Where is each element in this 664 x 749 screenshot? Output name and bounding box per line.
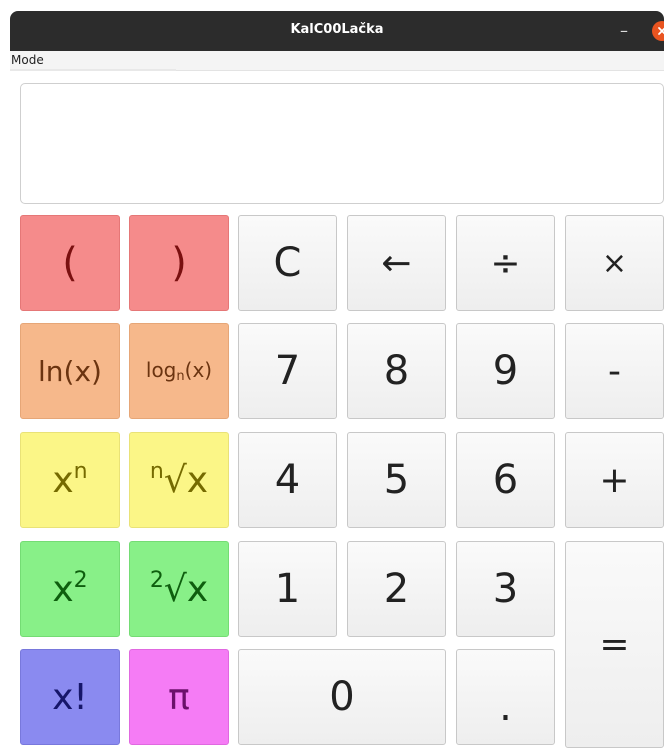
window-title: KalC00Lačka bbox=[290, 22, 384, 37]
square-base: x bbox=[52, 569, 74, 610]
square-root-body: √x bbox=[163, 569, 209, 610]
log-base-button[interactable]: logn(x) bbox=[129, 323, 229, 419]
pi-label: π bbox=[168, 676, 190, 718]
square-button[interactable]: x2 bbox=[20, 541, 120, 637]
divide-button[interactable]: ÷ bbox=[456, 215, 555, 311]
digit-6-button[interactable]: 6 bbox=[456, 432, 555, 528]
multiply-button[interactable]: × bbox=[565, 215, 664, 311]
nth-root-index: n bbox=[149, 459, 164, 484]
digit-1-label: 1 bbox=[274, 566, 301, 612]
multiply-label: × bbox=[601, 245, 628, 281]
close-icon bbox=[658, 27, 664, 35]
close-paren-button[interactable]: ) bbox=[129, 215, 229, 311]
decimal-button[interactable]: . bbox=[456, 649, 555, 745]
power-exponent: n bbox=[73, 459, 88, 484]
digit-9-button[interactable]: 9 bbox=[456, 323, 555, 419]
pi-button[interactable]: π bbox=[129, 649, 229, 745]
open-paren-label: ( bbox=[62, 240, 78, 286]
digit-6-label: 6 bbox=[492, 457, 519, 503]
power-label: xn bbox=[52, 459, 87, 501]
log-text: log bbox=[145, 358, 177, 382]
close-paren-label: ) bbox=[171, 240, 187, 286]
equals-button[interactable]: = bbox=[565, 541, 664, 748]
backspace-icon: ← bbox=[381, 242, 412, 284]
factorial-button[interactable]: x! bbox=[20, 649, 120, 745]
decimal-label: . bbox=[499, 684, 512, 730]
calculator-display[interactable] bbox=[20, 83, 664, 204]
digit-2-label: 2 bbox=[383, 566, 410, 612]
nth-root-label: n√x bbox=[150, 459, 208, 501]
minimize-icon: – bbox=[620, 21, 628, 40]
ln-label: ln(x) bbox=[38, 354, 102, 388]
nth-root-body: √x bbox=[163, 460, 209, 501]
divide-label: ÷ bbox=[490, 242, 521, 284]
digit-8-label: 8 bbox=[383, 348, 410, 394]
digit-7-button[interactable]: 7 bbox=[238, 323, 337, 419]
plus-label: + bbox=[599, 459, 630, 501]
power-base: x bbox=[52, 460, 74, 501]
ln-button[interactable]: ln(x) bbox=[20, 323, 120, 419]
digit-1-button[interactable]: 1 bbox=[238, 541, 337, 637]
open-paren-button[interactable]: ( bbox=[20, 215, 120, 311]
square-root-label: 2√x bbox=[150, 568, 208, 610]
digit-2-button[interactable]: 2 bbox=[347, 541, 446, 637]
clear-label: C bbox=[273, 240, 302, 286]
nth-root-button[interactable]: n√x bbox=[129, 432, 229, 528]
digit-9-label: 9 bbox=[492, 348, 519, 394]
square-root-button[interactable]: 2√x bbox=[129, 541, 229, 637]
minus-label: - bbox=[608, 350, 621, 392]
log-base-label: logn(x) bbox=[146, 358, 212, 384]
digit-0-button[interactable]: 0 bbox=[238, 649, 446, 745]
clear-button[interactable]: C bbox=[238, 215, 337, 311]
digit-5-button[interactable]: 5 bbox=[347, 432, 446, 528]
log-argument: (x) bbox=[184, 358, 213, 382]
digit-3-label: 3 bbox=[492, 566, 519, 612]
square-label: x2 bbox=[52, 568, 87, 610]
title-bar: KalC00Lačka – bbox=[10, 11, 664, 51]
digit-0-label: 0 bbox=[329, 674, 355, 720]
menu-separator bbox=[10, 69, 176, 71]
digit-8-button[interactable]: 8 bbox=[347, 323, 446, 419]
digit-4-label: 4 bbox=[274, 457, 301, 503]
factorial-label: x! bbox=[52, 676, 88, 718]
power-button[interactable]: xn bbox=[20, 432, 120, 528]
digit-3-button[interactable]: 3 bbox=[456, 541, 555, 637]
minimize-button[interactable]: – bbox=[614, 20, 634, 42]
menu-item-mode[interactable]: Mode bbox=[11, 53, 44, 67]
log-subscript: n bbox=[176, 369, 185, 384]
digit-4-button[interactable]: 4 bbox=[238, 432, 337, 528]
digit-7-label: 7 bbox=[274, 348, 301, 394]
square-exponent: 2 bbox=[73, 568, 88, 593]
square-root-index: 2 bbox=[149, 568, 164, 593]
menu-bar: Mode bbox=[10, 51, 664, 71]
close-button[interactable] bbox=[652, 21, 664, 41]
equals-label: = bbox=[599, 624, 630, 665]
backspace-button[interactable]: ← bbox=[347, 215, 446, 311]
minus-button[interactable]: - bbox=[565, 323, 664, 419]
digit-5-label: 5 bbox=[383, 457, 410, 503]
plus-button[interactable]: + bbox=[565, 432, 664, 528]
